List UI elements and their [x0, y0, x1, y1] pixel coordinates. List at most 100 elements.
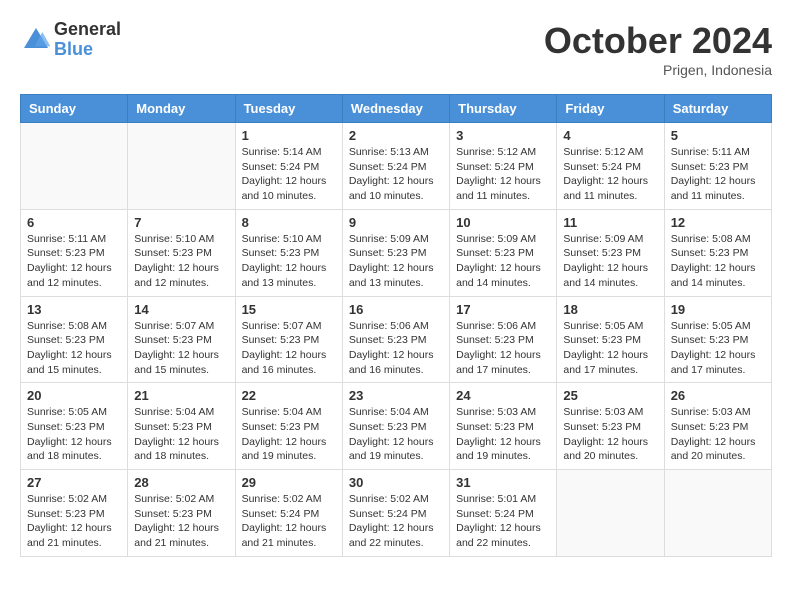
calendar-cell: 2 Sunrise: 5:13 AM Sunset: 5:24 PM Daylig… — [342, 123, 449, 210]
calendar-cell: 30 Sunrise: 5:02 AM Sunset: 5:24 PM Dayli… — [342, 470, 449, 557]
day-number: 25 — [563, 388, 657, 403]
day-number: 12 — [671, 215, 765, 230]
day-number: 14 — [134, 302, 228, 317]
calendar-cell: 19 Sunrise: 5:05 AM Sunset: 5:23 PM Dayli… — [664, 296, 771, 383]
calendar-cell: 6Sunrise: 5:11 AM Sunset: 5:23 PM Daylig… — [21, 209, 128, 296]
day-number: 20 — [27, 388, 121, 403]
day-number: 29 — [242, 475, 336, 490]
calendar-cell: 10 Sunrise: 5:09 AM Sunset: 5:23 PM Dayli… — [450, 209, 557, 296]
calendar-cell: 18Sunrise: 5:05 AM Sunset: 5:23 PM Dayli… — [557, 296, 664, 383]
calendar-cell — [21, 123, 128, 210]
day-number: 16 — [349, 302, 443, 317]
day-number: 17 — [456, 302, 550, 317]
day-info: Sunrise: 5:01 AM Sunset: 5:24 PM Dayligh… — [456, 492, 550, 551]
day-info: Sunrise: 5:12 AM Sunset: 5:24 PM Dayligh… — [456, 145, 550, 204]
calendar-cell: 20Sunrise: 5:05 AM Sunset: 5:23 PM Dayli… — [21, 383, 128, 470]
day-number: 10 — [456, 215, 550, 230]
calendar-header-saturday: Saturday — [664, 95, 771, 123]
day-info: Sunrise: 5:14 AM Sunset: 5:24 PM Dayligh… — [242, 145, 336, 204]
title-section: October 2024 Prigen, Indonesia — [544, 20, 772, 78]
day-info: Sunrise: 5:08 AM Sunset: 5:23 PM Dayligh… — [671, 232, 765, 291]
day-info: Sunrise: 5:05 AM Sunset: 5:23 PM Dayligh… — [671, 319, 765, 378]
day-info: Sunrise: 5:02 AM Sunset: 5:23 PM Dayligh… — [27, 492, 121, 551]
day-number: 8 — [242, 215, 336, 230]
day-number: 31 — [456, 475, 550, 490]
calendar-cell: 12 Sunrise: 5:08 AM Sunset: 5:23 PM Dayli… — [664, 209, 771, 296]
day-info: Sunrise: 5:03 AM Sunset: 5:23 PM Dayligh… — [671, 405, 765, 464]
day-number: 18 — [563, 302, 657, 317]
day-info: Sunrise: 5:02 AM Sunset: 5:23 PM Dayligh… — [134, 492, 228, 551]
calendar-table: SundayMondayTuesdayWednesdayThursdayFrid… — [20, 94, 772, 557]
calendar-cell: 13 Sunrise: 5:08 AM Sunset: 5:23 PM Dayli… — [21, 296, 128, 383]
day-number: 26 — [671, 388, 765, 403]
page-header: General Blue October 2024 Prigen, Indone… — [20, 20, 772, 78]
calendar-cell: 28Sunrise: 5:02 AM Sunset: 5:23 PM Dayli… — [128, 470, 235, 557]
day-info: Sunrise: 5:03 AM Sunset: 5:23 PM Dayligh… — [563, 405, 657, 464]
day-number: 3 — [456, 128, 550, 143]
calendar-week-row: 1 Sunrise: 5:14 AM Sunset: 5:24 PM Daylig… — [21, 123, 772, 210]
calendar-header-tuesday: Tuesday — [235, 95, 342, 123]
month-title: October 2024 — [544, 20, 772, 62]
calendar-week-row: 20Sunrise: 5:05 AM Sunset: 5:23 PM Dayli… — [21, 383, 772, 470]
calendar-cell: 15Sunrise: 5:07 AM Sunset: 5:23 PM Dayli… — [235, 296, 342, 383]
calendar-header-thursday: Thursday — [450, 95, 557, 123]
day-number: 5 — [671, 128, 765, 143]
calendar-cell: 29Sunrise: 5:02 AM Sunset: 5:24 PM Dayli… — [235, 470, 342, 557]
logo-icon — [20, 24, 52, 56]
calendar-header-row: SundayMondayTuesdayWednesdayThursdayFrid… — [21, 95, 772, 123]
day-number: 1 — [242, 128, 336, 143]
day-number: 11 — [563, 215, 657, 230]
day-info: Sunrise: 5:06 AM Sunset: 5:23 PM Dayligh… — [349, 319, 443, 378]
calendar-header-wednesday: Wednesday — [342, 95, 449, 123]
day-number: 21 — [134, 388, 228, 403]
calendar-cell: 5Sunrise: 5:11 AM Sunset: 5:23 PM Daylig… — [664, 123, 771, 210]
calendar-cell: 17 Sunrise: 5:06 AM Sunset: 5:23 PM Dayli… — [450, 296, 557, 383]
logo-blue: Blue — [54, 40, 121, 60]
day-info: Sunrise: 5:08 AM Sunset: 5:23 PM Dayligh… — [27, 319, 121, 378]
day-info: Sunrise: 5:09 AM Sunset: 5:23 PM Dayligh… — [349, 232, 443, 291]
calendar-cell: 26 Sunrise: 5:03 AM Sunset: 5:23 PM Dayli… — [664, 383, 771, 470]
day-info: Sunrise: 5:07 AM Sunset: 5:23 PM Dayligh… — [242, 319, 336, 378]
day-info: Sunrise: 5:10 AM Sunset: 5:23 PM Dayligh… — [134, 232, 228, 291]
calendar-cell: 25 Sunrise: 5:03 AM Sunset: 5:23 PM Dayli… — [557, 383, 664, 470]
calendar-cell: 22 Sunrise: 5:04 AM Sunset: 5:23 PM Dayli… — [235, 383, 342, 470]
day-number: 9 — [349, 215, 443, 230]
day-number: 7 — [134, 215, 228, 230]
calendar-cell: 9 Sunrise: 5:09 AM Sunset: 5:23 PM Daylig… — [342, 209, 449, 296]
calendar-cell — [557, 470, 664, 557]
calendar-week-row: 6Sunrise: 5:11 AM Sunset: 5:23 PM Daylig… — [21, 209, 772, 296]
day-info: Sunrise: 5:04 AM Sunset: 5:23 PM Dayligh… — [242, 405, 336, 464]
day-info: Sunrise: 5:10 AM Sunset: 5:23 PM Dayligh… — [242, 232, 336, 291]
calendar-cell — [128, 123, 235, 210]
day-info: Sunrise: 5:12 AM Sunset: 5:24 PM Dayligh… — [563, 145, 657, 204]
day-info: Sunrise: 5:09 AM Sunset: 5:23 PM Dayligh… — [456, 232, 550, 291]
day-info: Sunrise: 5:13 AM Sunset: 5:24 PM Dayligh… — [349, 145, 443, 204]
calendar-cell: 3 Sunrise: 5:12 AM Sunset: 5:24 PM Daylig… — [450, 123, 557, 210]
day-info: Sunrise: 5:07 AM Sunset: 5:23 PM Dayligh… — [134, 319, 228, 378]
day-info: Sunrise: 5:02 AM Sunset: 5:24 PM Dayligh… — [349, 492, 443, 551]
calendar-cell: 31 Sunrise: 5:01 AM Sunset: 5:24 PM Dayli… — [450, 470, 557, 557]
day-number: 4 — [563, 128, 657, 143]
day-number: 30 — [349, 475, 443, 490]
calendar-header-sunday: Sunday — [21, 95, 128, 123]
day-number: 6 — [27, 215, 121, 230]
calendar-cell: 11Sunrise: 5:09 AM Sunset: 5:23 PM Dayli… — [557, 209, 664, 296]
logo-text: General Blue — [54, 20, 121, 60]
day-info: Sunrise: 5:04 AM Sunset: 5:23 PM Dayligh… — [134, 405, 228, 464]
calendar-cell: 16 Sunrise: 5:06 AM Sunset: 5:23 PM Dayli… — [342, 296, 449, 383]
calendar-header-monday: Monday — [128, 95, 235, 123]
day-number: 27 — [27, 475, 121, 490]
calendar-cell: 23Sunrise: 5:04 AM Sunset: 5:23 PM Dayli… — [342, 383, 449, 470]
calendar-cell: 4 Sunrise: 5:12 AM Sunset: 5:24 PM Daylig… — [557, 123, 664, 210]
calendar-cell: 7 Sunrise: 5:10 AM Sunset: 5:23 PM Daylig… — [128, 209, 235, 296]
day-info: Sunrise: 5:06 AM Sunset: 5:23 PM Dayligh… — [456, 319, 550, 378]
calendar-week-row: 27 Sunrise: 5:02 AM Sunset: 5:23 PM Dayli… — [21, 470, 772, 557]
day-number: 23 — [349, 388, 443, 403]
day-number: 22 — [242, 388, 336, 403]
day-info: Sunrise: 5:03 AM Sunset: 5:23 PM Dayligh… — [456, 405, 550, 464]
calendar-cell: 14 Sunrise: 5:07 AM Sunset: 5:23 PM Dayli… — [128, 296, 235, 383]
day-number: 2 — [349, 128, 443, 143]
day-number: 13 — [27, 302, 121, 317]
day-number: 19 — [671, 302, 765, 317]
logo: General Blue — [20, 20, 121, 60]
